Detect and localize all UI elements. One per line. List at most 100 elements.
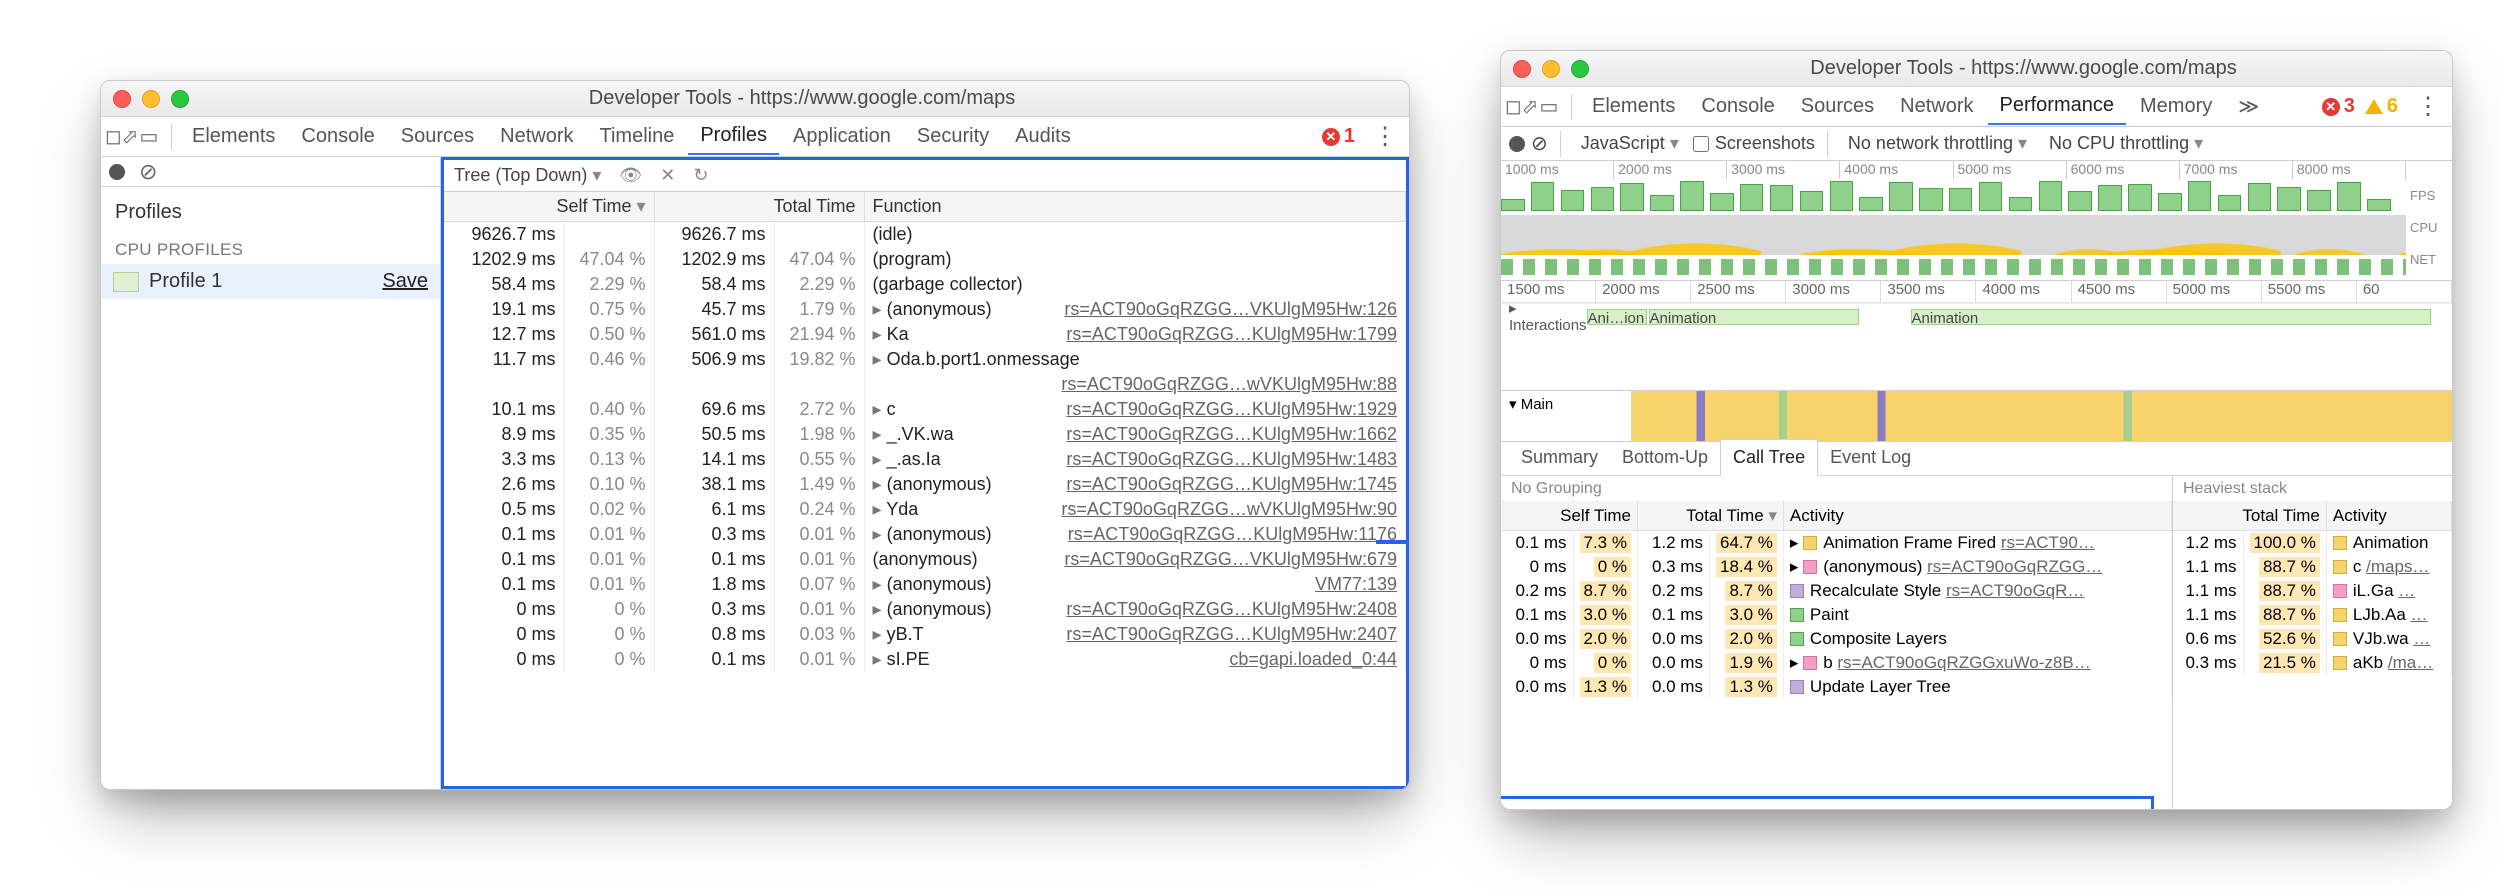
tab-console[interactable]: Console [1689, 89, 1786, 124]
source-link[interactable]: rs=ACT90… [2001, 533, 2095, 552]
error-count[interactable]: ✕3 [2322, 95, 2363, 118]
minimize-icon[interactable] [1542, 60, 1560, 78]
col-activity[interactable]: Activity [2326, 502, 2451, 531]
table-row[interactable]: 0 ms0 %0.3 ms0.01 %(anonymous)rs=ACT90oG… [444, 597, 1406, 622]
dtab-bottomup[interactable]: Bottom-Up [1610, 440, 1720, 475]
tab-network[interactable]: Network [1888, 89, 1985, 124]
source-link[interactable]: rs=ACT90oGqRZGG…KUlgM95Hw:2408 [1066, 599, 1397, 619]
table-row[interactable]: 12.7 ms0.50 %561.0 ms21.94 %Kars=ACT90oG… [444, 322, 1406, 347]
dtab-eventlog[interactable]: Event Log [1818, 440, 1923, 475]
tab-console[interactable]: Console [289, 119, 386, 154]
table-row[interactable]: 0.1 ms7.3 %1.2 ms64.7 %▸ Animation Frame… [1501, 531, 2172, 556]
save-link[interactable]: Save [382, 270, 428, 293]
titlebar[interactable]: Developer Tools - https://www.google.com… [101, 81, 1409, 117]
heaviest-table[interactable]: Total Time Activity 1.2 ms100.0 %Animati… [2173, 502, 2452, 675]
source-link[interactable]: rs=ACT90oGqRZGG…KUlgM95Hw:1662 [1066, 424, 1397, 444]
device-icon[interactable]: ▭ [1535, 94, 1563, 119]
overview[interactable]: 1000 ms2000 ms3000 ms4000 ms5000 ms6000 … [1501, 161, 2452, 281]
col-self[interactable]: Self Time [444, 192, 654, 222]
table-row[interactable]: 0.6 ms52.6 %VJb.wa … [2173, 627, 2452, 651]
close-icon[interactable] [113, 90, 131, 108]
table-row[interactable]: rs=ACT90oGqRZGG…wVKUlgM95Hw:88 [444, 372, 1406, 397]
col-function[interactable]: Function [864, 192, 1405, 222]
source-link[interactable]: VM77:139 [1315, 574, 1397, 594]
table-row[interactable]: 0.1 ms3.0 %0.1 ms3.0 %Paint [1501, 603, 2172, 627]
tab-timeline[interactable]: Timeline [588, 119, 687, 154]
table-row[interactable]: 1.1 ms88.7 %LJb.Aa … [2173, 603, 2452, 627]
grouping-dropdown[interactable]: No Grouping [1501, 476, 2172, 502]
source-link[interactable]: rs=ACT90oGqRZGG…wVKUlgM95Hw:88 [1061, 374, 1397, 394]
track-main[interactable]: Main [1521, 396, 1554, 413]
table-row[interactable]: 9626.7 ms9626.7 ms(idle) [444, 222, 1406, 248]
source-link[interactable]: rs=ACT90oGqRZGGxuWo-z8B… [1837, 653, 2090, 672]
titlebar[interactable]: Developer Tools - https://www.google.com… [1501, 51, 2452, 87]
device-icon[interactable]: ▭ [135, 124, 163, 149]
kebab-menu-icon[interactable]: ⋮ [1365, 122, 1405, 151]
source-link[interactable]: … [2413, 629, 2430, 648]
source-link[interactable]: rs=ACT90oGqRZGG… [1927, 557, 2102, 576]
timeline[interactable]: 1500 ms2000 ms2500 ms3000 ms3500 ms4000 … [1501, 281, 2452, 391]
warning-count[interactable]: 6 [2365, 95, 2406, 118]
tab-sources[interactable]: Sources [1789, 89, 1886, 124]
col-self[interactable]: Self Time [1501, 502, 1637, 531]
source-link[interactable]: rs=ACT90oGqRZGG…KUlgM95Hw:1176 [1068, 524, 1397, 544]
tab-security[interactable]: Security [905, 119, 1001, 154]
table-row[interactable]: 19.1 ms0.75 %45.7 ms1.79 %(anonymous)rs=… [444, 297, 1406, 322]
source-link[interactable]: rs=ACT90oGqRZGG…KUlgM95Hw:1483 [1066, 449, 1397, 469]
record-icon[interactable] [1509, 136, 1525, 152]
table-row[interactable]: 0.5 ms0.02 %6.1 ms0.24 %Ydars=ACT90oGqRZ… [444, 497, 1406, 522]
table-row[interactable]: 0.0 ms2.0 %0.0 ms2.0 %Composite Layers [1501, 627, 2172, 651]
zoom-icon[interactable] [171, 90, 189, 108]
zoom-icon[interactable] [1571, 60, 1589, 78]
tab-elements[interactable]: Elements [180, 119, 287, 154]
clear-icon[interactable]: ⊘ [1531, 131, 1548, 156]
close-icon[interactable]: ✕ [660, 165, 675, 186]
table-row[interactable]: 1.1 ms88.7 %iL.Ga … [2173, 579, 2452, 603]
table-row[interactable]: 0 ms0 %0.0 ms1.9 %▸ b rs=ACT90oGqRZGGxuW… [1501, 651, 2172, 675]
table-row[interactable]: 1202.9 ms47.04 %1202.9 ms47.04 %(program… [444, 247, 1406, 272]
source-link[interactable]: rs=ACT90oGqR… [1946, 581, 2084, 600]
dtab-calltree[interactable]: Call Tree [1720, 439, 1818, 476]
dtab-summary[interactable]: Summary [1509, 440, 1610, 475]
tab-sources[interactable]: Sources [389, 119, 486, 154]
table-row[interactable]: 2.6 ms0.10 %38.1 ms1.49 %(anonymous)rs=A… [444, 472, 1406, 497]
table-row[interactable]: 0.1 ms0.01 %0.3 ms0.01 %(anonymous)rs=AC… [444, 522, 1406, 547]
error-count[interactable]: ✕1 [1322, 125, 1363, 148]
col-total[interactable]: Total Time [654, 192, 864, 222]
tab-memory[interactable]: Memory [2128, 89, 2224, 124]
table-row[interactable]: 3.3 ms0.13 %14.1 ms0.55 %_.as.Iars=ACT90… [444, 447, 1406, 472]
table-row[interactable]: 0.0 ms1.3 %0.0 ms1.3 %Update Layer Tree [1501, 675, 2172, 699]
record-icon[interactable] [109, 164, 125, 180]
source-link[interactable]: /ma… [2388, 653, 2433, 672]
tab-performance[interactable]: Performance [1988, 88, 2127, 125]
source-link[interactable]: rs=ACT90oGqRZGG…wVKUlgM95Hw:90 [1061, 499, 1397, 519]
table-row[interactable]: 0.1 ms0.01 %1.8 ms0.07 %(anonymous)VM77:… [444, 572, 1406, 597]
kebab-menu-icon[interactable]: ⋮ [2408, 92, 2448, 121]
clear-icon[interactable]: ⊘ [139, 159, 157, 185]
tab-network[interactable]: Network [488, 119, 585, 154]
table-row[interactable]: 58.4 ms2.29 %58.4 ms2.29 %(garbage colle… [444, 272, 1406, 297]
table-row[interactable]: 8.9 ms0.35 %50.5 ms1.98 %_.VK.wars=ACT90… [444, 422, 1406, 447]
source-link[interactable]: rs=ACT90oGqRZGG…VKUlgM95Hw:126 [1064, 299, 1397, 319]
source-link[interactable]: rs=ACT90oGqRZGG…KUlgM95Hw:1745 [1066, 474, 1397, 494]
capture-dropdown[interactable]: JavaScript [1573, 131, 1687, 156]
table-row[interactable]: 1.2 ms100.0 %Animation [2173, 531, 2452, 556]
flame-chart[interactable] [1631, 391, 2452, 441]
table-row[interactable]: 11.7 ms0.46 %506.9 ms19.82 %Oda.b.port1.… [444, 347, 1406, 372]
source-link[interactable]: rs=ACT90oGqRZGG…KUlgM95Hw:1799 [1066, 324, 1397, 344]
inspect-icon[interactable]: ◻⬀ [105, 124, 133, 149]
source-link[interactable]: rs=ACT90oGqRZGG…KUlgM95Hw:2407 [1066, 624, 1397, 644]
col-total[interactable]: Total Time [2173, 502, 2326, 531]
table-row[interactable]: 0.3 ms21.5 %aKb /ma… [2173, 651, 2452, 675]
reload-icon[interactable]: ↻ [693, 165, 708, 186]
source-link[interactable]: … [2411, 605, 2428, 624]
table-row[interactable]: 0 ms0 %0.1 ms0.01 %sI.PEcb=gapi.loaded_0… [444, 647, 1406, 672]
table-row[interactable]: 1.1 ms88.7 %c /maps… [2173, 555, 2452, 579]
eye-icon[interactable]: 👁 [619, 165, 642, 186]
source-link[interactable]: cb=gapi.loaded_0:44 [1229, 649, 1397, 669]
minimize-icon[interactable] [142, 90, 160, 108]
calltree-table[interactable]: Self Time Total Time Activity 0.1 ms7.3 … [1501, 502, 2172, 699]
table-row[interactable]: 0 ms0 %0.8 ms0.03 %yB.Trs=ACT90oGqRZGG…K… [444, 622, 1406, 647]
table-row[interactable]: 0.2 ms8.7 %0.2 ms8.7 %Recalculate Style … [1501, 579, 2172, 603]
profile-item[interactable]: Profile 1 Save [101, 264, 440, 299]
